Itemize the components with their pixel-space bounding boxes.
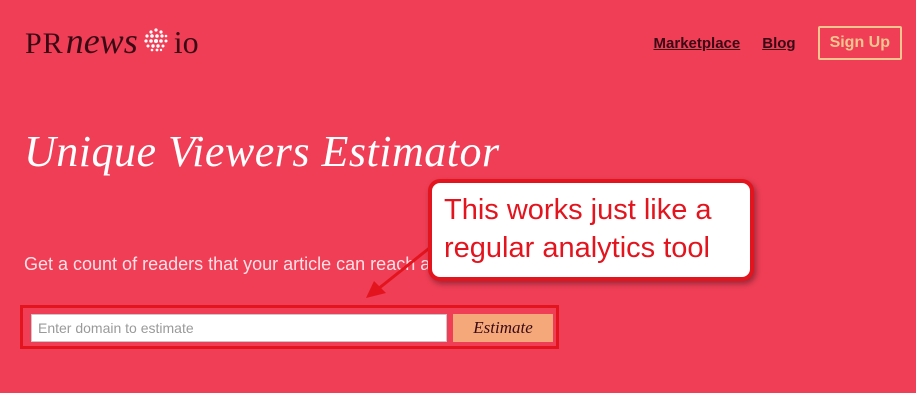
top-nav: Marketplace Blog Sign Up [654, 26, 902, 60]
logo[interactable]: PR news io [25, 20, 199, 61]
logo-pr: PR [25, 27, 64, 60]
estimate-button[interactable]: Estimate [453, 314, 553, 342]
page-title: Unique Viewers Estimator [24, 127, 500, 176]
annotation-line-1: This works just like a [444, 194, 712, 226]
nav-marketplace-link[interactable]: Marketplace [654, 35, 741, 52]
sign-up-button[interactable]: Sign Up [817, 26, 902, 60]
domain-input[interactable] [31, 314, 447, 342]
logo-dots-icon [144, 28, 168, 52]
annotation-callout: This works just like a regular analytics… [428, 179, 754, 281]
logo-news: news [65, 21, 138, 61]
logo-io: io [173, 24, 199, 60]
nav-blog-link[interactable]: Blog [762, 35, 795, 52]
estimate-form: Estimate [20, 305, 559, 349]
annotation-line-2: regular analytics tool [444, 232, 710, 264]
